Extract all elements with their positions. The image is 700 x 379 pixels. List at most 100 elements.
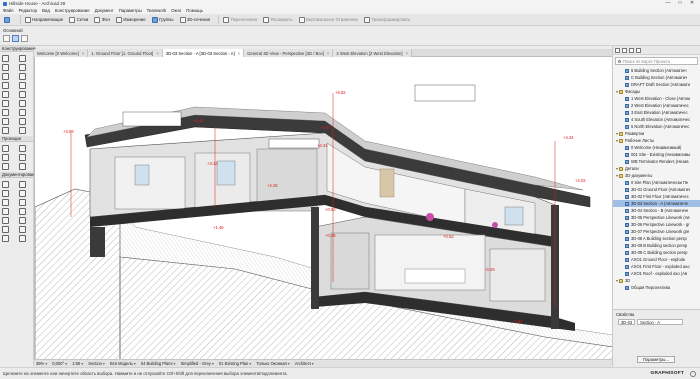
label-tool-icon[interactable] — [19, 189, 26, 197]
view-id-field[interactable]: 3D-03 — [618, 319, 636, 325]
navigator-search[interactable]: Поиск по Карте Проекта — [615, 57, 698, 65]
navigator-view-item[interactable]: 0 Site Plan (Автоматически Пе — [613, 179, 700, 186]
curtain-wall-tool-icon[interactable] — [19, 99, 26, 107]
skylight-tool-icon[interactable] — [2, 90, 9, 98]
toolbar-select-button[interactable] — [3, 15, 13, 24]
navigator-view-item[interactable]: 4 South Elevation (Автоматичес — [613, 116, 700, 123]
morph-tool-icon[interactable] — [2, 108, 9, 116]
navigator-view-item[interactable]: 1 West Elevation - Close (Автом — [613, 95, 700, 102]
navigator-view-item[interactable]: Общая Перспектива — [613, 284, 700, 291]
object-tool-icon[interactable] — [19, 108, 26, 116]
toolbar-3d-section-button[interactable]: 3D-сечения — [179, 15, 212, 24]
column-tool-icon[interactable] — [19, 54, 26, 62]
toolbar-groups-button[interactable]: Группы — [151, 15, 175, 24]
layout-book-icon[interactable] — [629, 47, 634, 53]
status-item[interactable]: 04 Building Plans ▾ — [141, 361, 176, 366]
navigator-view-item[interactable]: 3D-09 C Building section persp — [613, 249, 700, 256]
navigator-folder[interactable]: ▾ 3D — [613, 277, 700, 284]
navigator-view-item[interactable]: 3D-04 Section - B (Автоматиче — [613, 207, 700, 214]
status-item[interactable]: Вся Модель ▾ — [110, 361, 136, 366]
zone-tool-icon[interactable] — [2, 117, 9, 125]
toolbar-transform-button[interactable]: Трансформировать — [363, 15, 411, 24]
toolbar-intersections-button[interactable]: Пересечения — [222, 15, 258, 24]
selection-mode-poly[interactable] — [21, 35, 28, 42]
text-tool-icon[interactable] — [2, 189, 9, 197]
interior-elevation-tool-icon[interactable] — [2, 153, 9, 161]
properties-header[interactable]: Свойства — [613, 310, 700, 318]
close-tab-icon[interactable]: × — [238, 51, 240, 56]
menu-file[interactable]: Файл — [3, 8, 14, 13]
shell-tool-icon[interactable] — [19, 72, 26, 80]
level-dimension-tool-icon[interactable] — [19, 180, 26, 188]
status-item[interactable]: Simplified - Grey ▾ — [181, 361, 214, 366]
navigator-view-item[interactable]: AXO1 Roof - exploded axo (Ав — [613, 270, 700, 277]
spline-tool-icon[interactable] — [2, 225, 9, 233]
navigator-folder[interactable]: ▾ Детали — [613, 165, 700, 172]
close-tab-icon[interactable]: × — [327, 51, 329, 56]
navigator-view-item[interactable]: 3D-01 Ground Floor (Автоматич — [613, 186, 700, 193]
tab-3d-perspective[interactable]: General 3D View - Perspective [3D / Все]… — [244, 49, 334, 57]
navigator-view-item[interactable]: 3D-09 B Building section persp — [613, 242, 700, 249]
menu-view[interactable]: Вид — [42, 8, 50, 13]
maximize-button[interactable]: □ — [674, 0, 686, 7]
toolbar-grids-button[interactable]: Сетки — [68, 15, 89, 24]
section-3d-viewport[interactable]: +6.82 +4.46 +4.97 +4.31 +3.68 +3.13 +2.2… — [34, 57, 612, 366]
figure-tool-icon[interactable] — [19, 216, 26, 224]
polyline-tool-icon[interactable] — [19, 207, 26, 215]
selection-mode-single[interactable] — [3, 35, 10, 42]
menu-help[interactable]: Помощь — [186, 8, 203, 13]
view-name-field[interactable]: Section - A — [637, 319, 684, 325]
menu-design[interactable]: Конструирование — [55, 8, 90, 13]
navigator-view-item[interactable]: AXO1 Ground Floor - explode — [613, 256, 700, 263]
parameters-button[interactable]: Параметры... — [637, 356, 675, 363]
navigator-folder[interactable]: ▾ Фасады — [613, 88, 700, 95]
navigator-view-item[interactable]: 001 Site - Existing (Независимы — [613, 151, 700, 158]
navigator-view-item[interactable]: 2 West Elevation (Автоматичес — [613, 102, 700, 109]
angle-dimension-tool-icon[interactable] — [19, 234, 26, 242]
navigator-view-item[interactable]: C Building Section (Автоматич — [613, 74, 700, 81]
publisher-sets-icon[interactable] — [636, 47, 641, 53]
navigator-view-item[interactable]: 3D-02 First Floor (Автоматичес — [613, 193, 700, 200]
toolbar-guides-button[interactable]: Направляющие — [24, 15, 65, 24]
toolbar-mirror-button[interactable]: Вертикальное Отражение — [298, 15, 359, 24]
dimension-tool-icon[interactable] — [2, 180, 9, 188]
radial-dimension-tool-icon[interactable] — [2, 234, 9, 242]
menu-document[interactable]: Документ — [95, 8, 114, 13]
navigator-view-item[interactable]: 3D-06 Perspective Linework - gr — [613, 221, 700, 228]
navigator-view-item[interactable]: 3D-05 Perspective Linework (Ав — [613, 214, 700, 221]
stair-tool-icon[interactable] — [19, 90, 26, 98]
status-item[interactable]: Architect ▾ — [295, 361, 314, 366]
navigator-folder[interactable]: ▾ 3D-документы — [613, 172, 700, 179]
navigator-view-item[interactable]: 5 North Elevation (Автоматичес — [613, 123, 700, 130]
navigator-view-item[interactable]: 6 Building Section (Автоматич — [613, 67, 700, 74]
tab-welcome[interactable]: Welcome [0 Welcome] × — [34, 49, 89, 57]
status-item[interactable]: 0,000° ▾ — [52, 361, 67, 366]
hotspot-tool-icon[interactable] — [19, 225, 26, 233]
close-button[interactable]: ✕ — [686, 0, 698, 7]
navigator-view-item[interactable]: 3D-08 A Building section persp — [613, 235, 700, 242]
lamp-tool-icon[interactable] — [2, 126, 9, 134]
worksheet-tool-icon[interactable] — [19, 153, 26, 161]
toolbar-measure-button[interactable]: Измерение — [115, 15, 147, 24]
tab-west-elevation[interactable]: 2 West Elevation [2 West Elevation] × — [333, 49, 412, 57]
minimize-button[interactable]: — — [662, 0, 674, 7]
navigator-view-item[interactable]: 0 Welcome (Независимый) — [613, 144, 700, 151]
navigator-folder[interactable]: ▾ Развертки — [613, 130, 700, 137]
railing-tool-icon[interactable] — [2, 99, 9, 107]
navigator-folder[interactable]: ▾ Рабочие Листы — [613, 137, 700, 144]
menu-options[interactable]: Параметры — [119, 8, 142, 13]
menu-edit[interactable]: Редактор — [19, 8, 38, 13]
drawing-tool-icon[interactable] — [2, 216, 9, 224]
navigator-view-item[interactable]: 3D-03 Section - A (Автоматиче — [613, 200, 700, 207]
toolbar-extend-button[interactable]: Расширить — [262, 15, 294, 24]
wall-tool-icon[interactable] — [2, 54, 9, 62]
status-item[interactable]: 39% ▾ — [36, 361, 47, 366]
section-tool-icon[interactable] — [2, 144, 9, 152]
close-tab-icon[interactable]: × — [406, 51, 408, 56]
status-item[interactable]: 1:50 ▾ — [72, 361, 83, 366]
project-map-icon[interactable] — [615, 47, 620, 53]
status-item[interactable]: Section ▾ — [88, 361, 105, 366]
opening-tool-icon[interactable] — [19, 126, 26, 134]
beam-tool-icon[interactable] — [2, 63, 9, 71]
view-map-icon[interactable] — [622, 47, 627, 53]
